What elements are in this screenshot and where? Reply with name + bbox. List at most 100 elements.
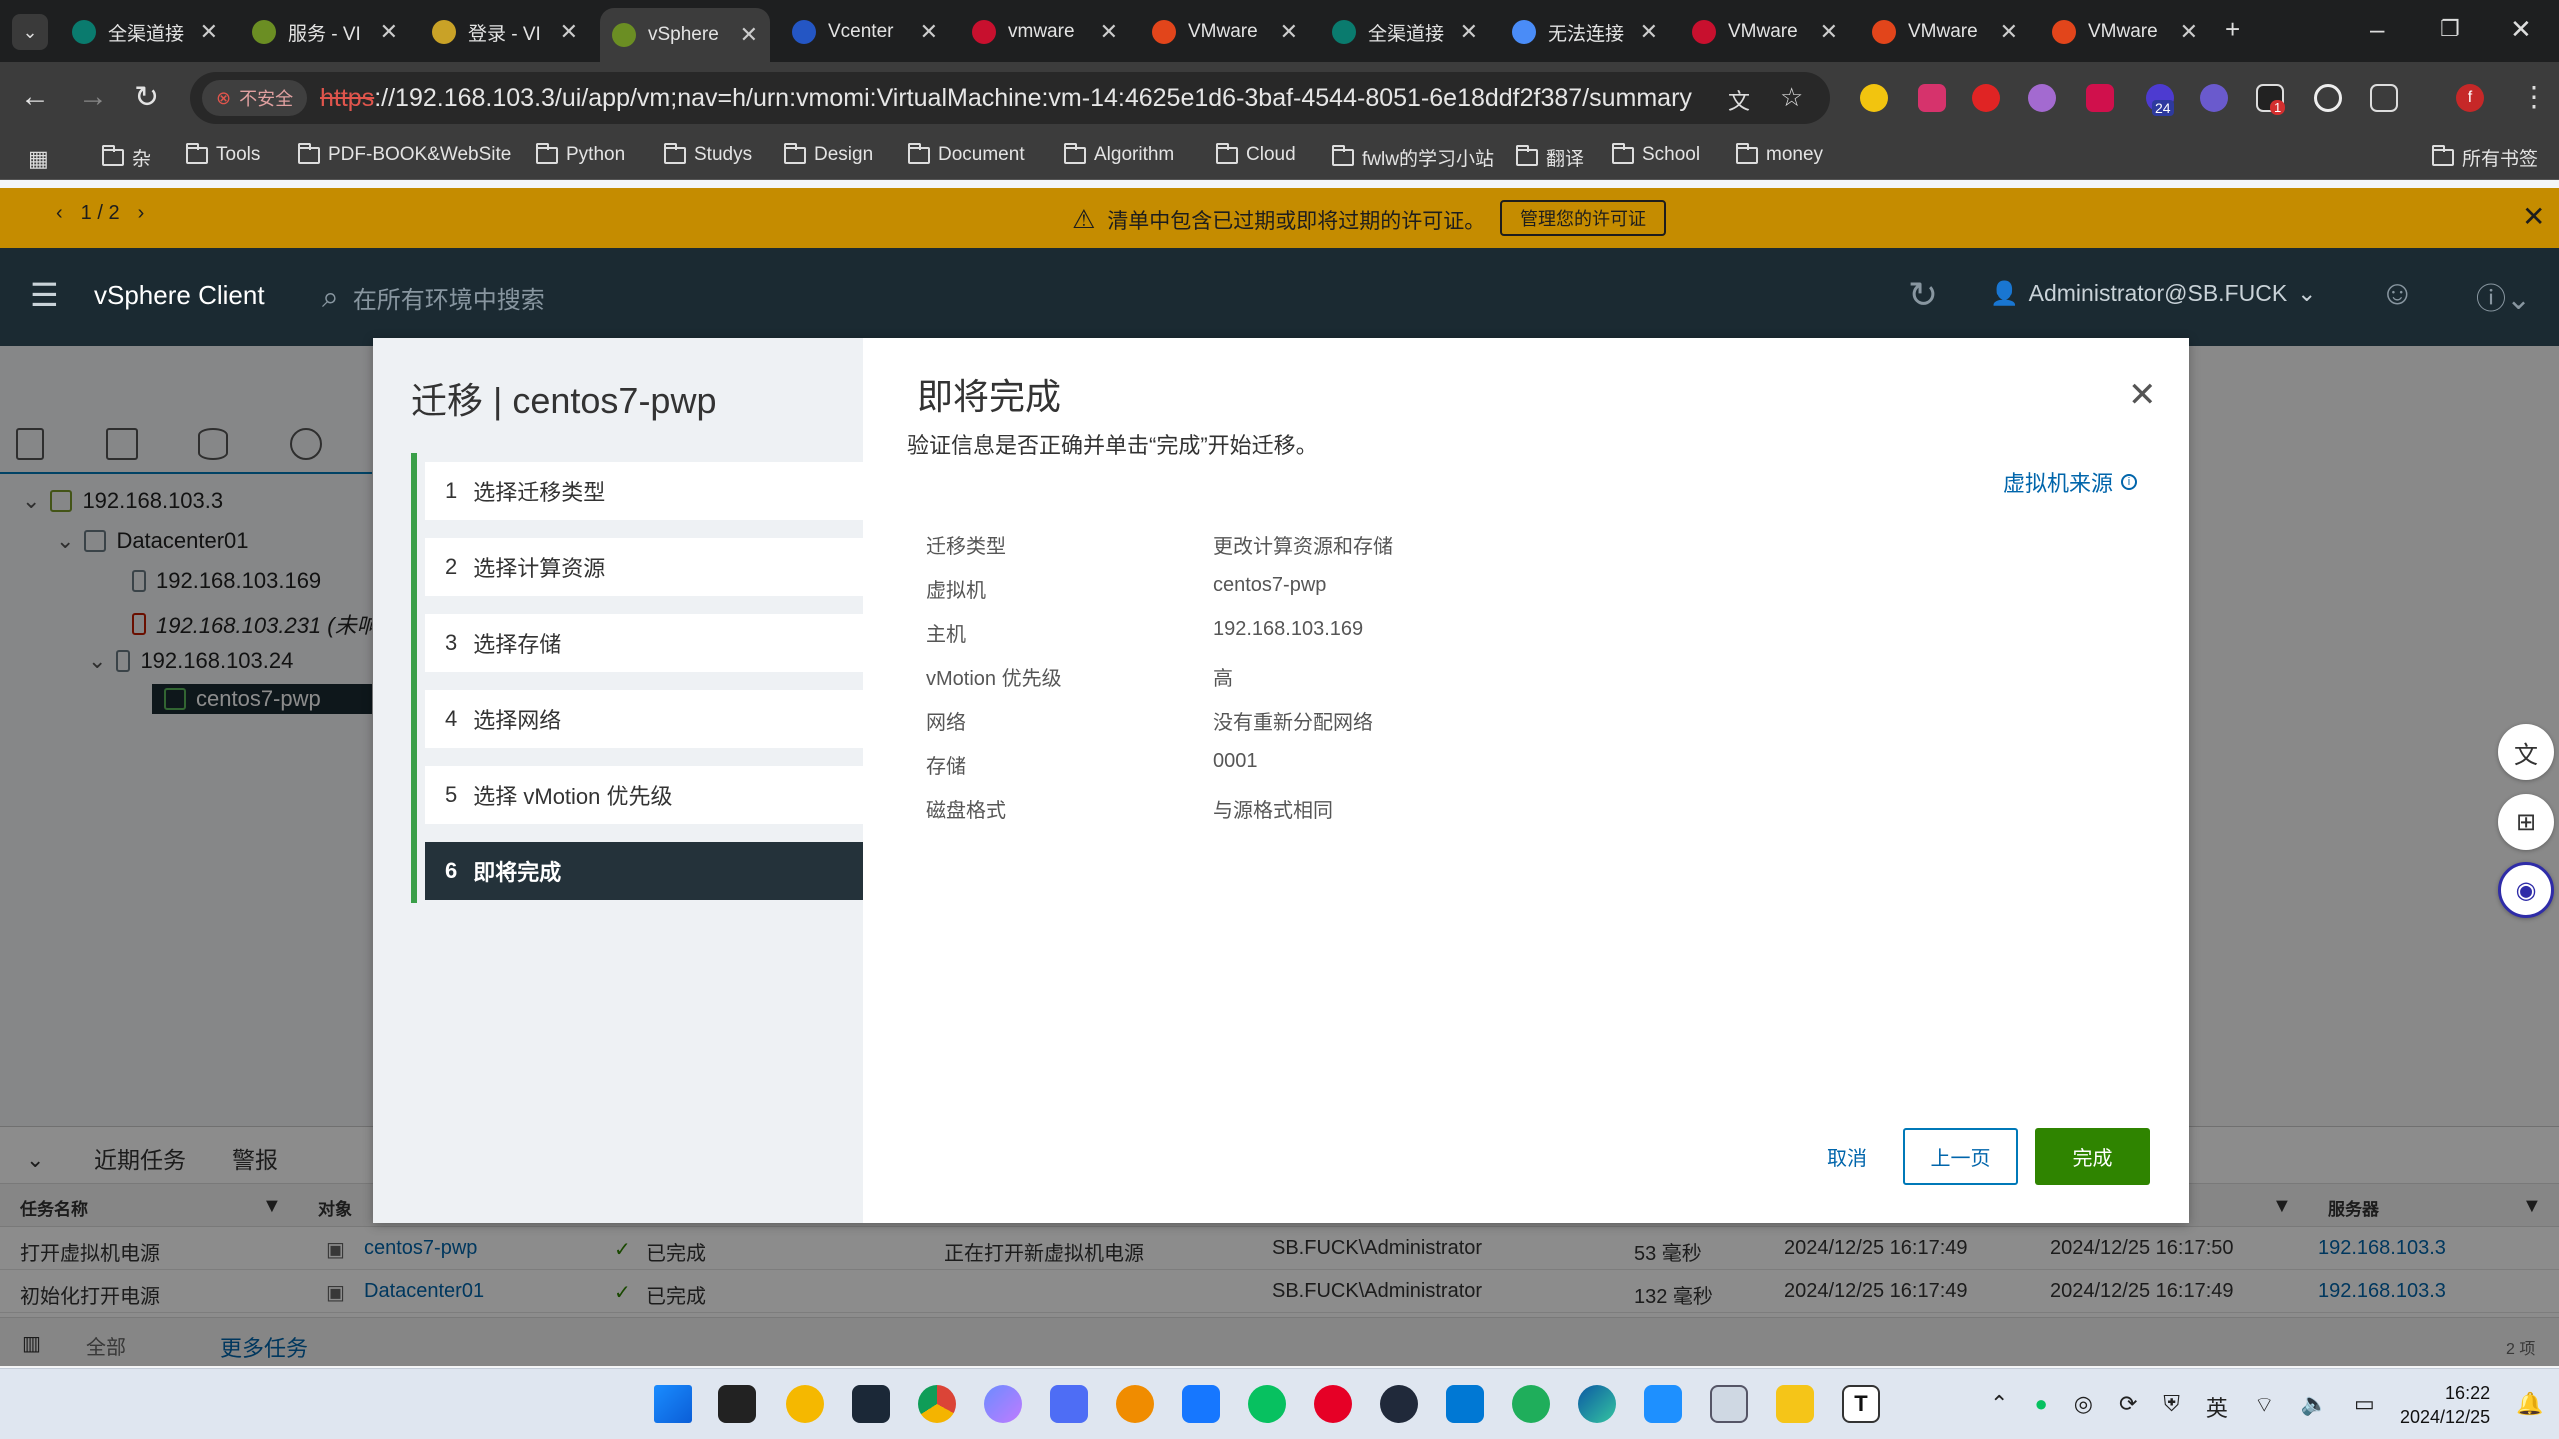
feedback-smiley-icon[interactable]: ☺ (2380, 274, 2415, 313)
tab-close-icon[interactable]: ✕ (2000, 19, 2018, 45)
finish-button[interactable]: 完成 (2035, 1128, 2150, 1185)
battery-icon[interactable]: ▭ (2354, 1391, 2375, 1423)
help-icon[interactable]: ⓘ⌄ (2476, 274, 2531, 318)
reload-icon[interactable]: ↻ (134, 80, 159, 115)
browser-tab[interactable]: VMware ✕ (1680, 8, 1850, 56)
chevron-left-icon[interactable]: ‹ (56, 202, 63, 225)
extension-face-icon[interactable] (2200, 84, 2228, 112)
bookmark-item[interactable]: Python (536, 142, 625, 166)
tab-close-icon[interactable]: ✕ (1460, 19, 1478, 45)
chevron-right-icon[interactable]: › (138, 202, 145, 225)
app-icon-6[interactable] (1380, 1385, 1418, 1423)
typora-icon[interactable]: T (1842, 1385, 1880, 1423)
bookmark-item[interactable]: 杂 (102, 144, 151, 171)
cancel-button[interactable]: 取消 (1791, 1128, 1903, 1185)
tray-icon-2[interactable]: ⟳ (2119, 1391, 2137, 1423)
manage-license-button[interactable]: 管理您的许可证 (1500, 200, 1666, 236)
app-icon-3[interactable] (984, 1385, 1022, 1423)
extension-badge-icon[interactable]: 24 (2146, 84, 2174, 116)
global-search[interactable]: ⌕ 在所有环境中搜索 (322, 280, 545, 315)
app-icon-2[interactable] (852, 1385, 890, 1423)
bookmark-item[interactable]: money (1736, 142, 1823, 166)
translate-float-icon[interactable]: 文 (2498, 724, 2554, 780)
wizard-step-5[interactable]: 5 选择 vMotion 优先级 (425, 766, 863, 824)
tray-icon-1[interactable]: ◎ (2074, 1391, 2093, 1423)
browser-tab[interactable]: Vcenter ✕ (780, 8, 950, 56)
file-explorer-icon[interactable] (1776, 1385, 1814, 1423)
tab-close-icon[interactable]: ✕ (1820, 19, 1838, 45)
bookmark-item[interactable]: Cloud (1216, 142, 1296, 166)
notification-icon[interactable]: 🔔 (2516, 1391, 2543, 1417)
clock[interactable]: 16:22 2024/12/25 (2400, 1381, 2490, 1429)
app-icon-4[interactable] (1050, 1385, 1088, 1423)
extension-circle-icon[interactable] (2028, 84, 2056, 112)
browser-tab[interactable]: VMware ✕ (2040, 8, 2210, 56)
profile-avatar[interactable]: f (2456, 84, 2484, 112)
vscode-icon[interactable] (1446, 1385, 1484, 1423)
start-menu-icon[interactable] (654, 1385, 692, 1423)
app-icon-8[interactable] (1644, 1385, 1682, 1423)
user-menu[interactable]: 👤 Administrator@SB.FUCK ⌄ (1990, 280, 2316, 307)
address-bar[interactable]: ⊗ 不安全 https://192.168.103.3/ui/app/vm;na… (190, 72, 1830, 124)
hamburger-menu-icon[interactable]: ☰ (30, 276, 59, 314)
browser-tab[interactable]: 无法连接 ✕ (1500, 8, 1670, 56)
bookmark-item[interactable]: 翻译 (1516, 144, 1584, 171)
tab-close-icon[interactable]: ✕ (200, 19, 218, 45)
bookmark-item[interactable]: Algorithm (1064, 142, 1174, 166)
wizard-step-4[interactable]: 4 选择网络 (425, 690, 863, 748)
vm-source-link[interactable]: 虚拟机来源 i (2003, 466, 2138, 498)
browser-tab[interactable]: VMware ✕ (1860, 8, 2030, 56)
extension-hand-icon[interactable] (1972, 84, 2000, 112)
search-app-icon[interactable] (1116, 1385, 1154, 1423)
browser-tab[interactable]: 全渠道接 ✕ (60, 8, 230, 56)
browser-tab[interactable]: vmware ✕ (960, 8, 1130, 56)
new-tab-button[interactable]: + (2225, 14, 2240, 45)
app-icon-5[interactable] (1182, 1385, 1220, 1423)
browser-tab[interactable]: VMware ✕ (1140, 8, 1310, 56)
tab-close-icon[interactable]: ✕ (920, 19, 938, 45)
volume-icon[interactable]: 🔈 (2301, 1391, 2328, 1423)
app-icon-7[interactable] (1512, 1385, 1550, 1423)
chevron-up-icon[interactable]: ⌃ (1990, 1391, 2008, 1423)
bookmark-item[interactable]: Document (908, 142, 1025, 166)
extension-translate-icon[interactable] (1918, 84, 1946, 112)
bookmark-item[interactable]: Tools (186, 142, 260, 166)
extension-copilot-icon[interactable]: 1 (2256, 84, 2286, 115)
browser-tab[interactable]: 服务 - VI ✕ (240, 8, 410, 56)
tab-close-icon[interactable]: ✕ (1100, 19, 1118, 45)
bookmark-item[interactable]: School (1612, 142, 1700, 166)
back-icon[interactable]: ← (20, 80, 50, 114)
tab-close-icon[interactable]: ✕ (380, 19, 398, 45)
apps-grid-icon[interactable]: ▦ (28, 146, 49, 172)
tab-search-button[interactable]: ⌄ (12, 14, 48, 50)
ime-indicator[interactable]: 英 (2206, 1391, 2228, 1423)
minimize-button[interactable]: – (2370, 14, 2384, 45)
extensions-puzzle-icon[interactable] (2370, 84, 2398, 112)
app-icon-9[interactable] (1710, 1385, 1748, 1423)
restore-button[interactable]: ❐ (2440, 16, 2460, 42)
browser-menu-icon[interactable]: ⋮ (2520, 80, 2548, 113)
extension-compass-icon[interactable] (2314, 84, 2342, 112)
wifi-icon[interactable]: ⌔ (2254, 1391, 2275, 1423)
forward-icon[interactable]: → (78, 80, 108, 114)
apps-float-icon[interactable]: ⊞ (2498, 794, 2554, 850)
tray-icon-3[interactable]: ⛨ (2163, 1391, 2180, 1423)
tab-close-icon[interactable]: ✕ (2180, 19, 2198, 45)
tab-close-icon[interactable]: ✕ (560, 19, 578, 45)
tab-close-icon[interactable]: ✕ (740, 22, 758, 48)
extension-red-icon[interactable] (2086, 84, 2114, 112)
browser-tab[interactable]: vSphere ✕ (600, 8, 770, 62)
bookmark-item[interactable]: Design (784, 142, 873, 166)
security-chip[interactable]: ⊗ 不安全 (202, 80, 308, 116)
close-window-button[interactable]: ✕ (2510, 14, 2532, 45)
translate-icon[interactable]: 文 (1728, 84, 1750, 116)
wizard-step-6[interactable]: 6 即将完成 (425, 842, 863, 900)
wizard-step-2[interactable]: 2 选择计算资源 (425, 538, 863, 596)
wizard-step-3[interactable]: 3 选择存储 (425, 614, 863, 672)
wizard-step-1[interactable]: 1 选择迁移类型 (425, 462, 863, 520)
app-icon-1[interactable] (786, 1385, 824, 1423)
bookmark-star-icon[interactable]: ☆ (1780, 82, 1803, 113)
browser-tab[interactable]: 登录 - VI ✕ (420, 8, 590, 56)
browser-tab[interactable]: 全渠道接 ✕ (1320, 8, 1490, 56)
wechat-tray-icon[interactable]: ● (2034, 1391, 2047, 1423)
